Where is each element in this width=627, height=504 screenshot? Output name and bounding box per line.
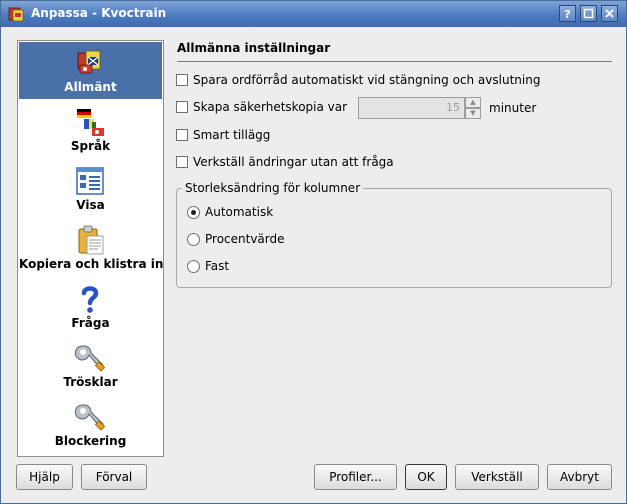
- column-resize-group-title: Storleksändring för kolumner: [182, 181, 364, 195]
- general-flags-icon: [77, 50, 101, 74]
- help-button[interactable]: Hjälp: [16, 464, 73, 490]
- apply-without-asking-label: Verkställ ändringar utan att fråga: [193, 155, 394, 169]
- sidebar-item-query[interactable]: Fråga: [19, 278, 162, 335]
- smart-append-checkbox[interactable]: [176, 129, 188, 141]
- autosave-label: Spara ordförråd automatiskt vid stängnin…: [193, 73, 541, 87]
- backup-interval-value[interactable]: 15: [358, 97, 465, 119]
- autosave-checkbox[interactable]: [176, 74, 188, 86]
- view-list-icon: [76, 167, 104, 195]
- ok-button[interactable]: OK: [405, 464, 447, 490]
- spin-down-button[interactable]: ▼: [465, 108, 481, 119]
- resize-fixed-radio[interactable]: [187, 260, 200, 273]
- wrench-icon: [74, 345, 106, 372]
- sidebar-item-label: Allmänt: [64, 80, 117, 94]
- resize-percent-radio[interactable]: [187, 233, 200, 246]
- resize-percent-label: Procentvärde: [205, 232, 285, 246]
- sidebar-item-general[interactable]: Allmänt: [19, 42, 162, 99]
- category-sidebar: Allmänt Språk Visa Kopiera och klistra i…: [17, 40, 164, 457]
- profiles-button[interactable]: Profiler...: [314, 464, 397, 490]
- cancel-button[interactable]: Avbryt: [547, 464, 612, 490]
- wrench-icon: [74, 404, 106, 431]
- title-bar[interactable]: Anpassa - Kvoctrain ?: [1, 1, 626, 27]
- sidebar-item-thresholds[interactable]: Trösklar: [19, 337, 162, 394]
- help-title-button[interactable]: ?: [559, 5, 576, 22]
- close-icon: [605, 9, 614, 18]
- maximize-icon: [583, 8, 594, 19]
- settings-dialog: Anpassa - Kvoctrain ? Allmänt Språk Visa…: [0, 0, 627, 504]
- language-flags-icon: [77, 109, 104, 136]
- close-button[interactable]: [601, 5, 618, 22]
- clipboard-icon: [78, 225, 104, 255]
- page-title: Allmänna inställningar: [177, 41, 331, 55]
- resize-automatic-radio[interactable]: [187, 206, 200, 219]
- backup-checkbox[interactable]: [176, 101, 188, 113]
- sidebar-item-language[interactable]: Språk: [19, 101, 162, 158]
- sidebar-item-label: Blockering: [54, 434, 127, 448]
- sidebar-item-copy-paste[interactable]: Kopiera och klistra in: [19, 219, 164, 276]
- kvoctrain-app-icon: [8, 7, 24, 22]
- backup-interval-spinbox[interactable]: 15 ▲ ▼: [358, 97, 482, 119]
- sidebar-item-view[interactable]: Visa: [19, 160, 162, 217]
- apply-button[interactable]: Verkställ: [455, 464, 539, 490]
- sidebar-item-label: Språk: [70, 139, 111, 153]
- resize-fixed-label: Fast: [205, 259, 230, 273]
- spin-up-button[interactable]: ▲: [465, 97, 481, 108]
- defaults-button[interactable]: Förval: [81, 464, 147, 490]
- window-title: Anpassa - Kvoctrain: [31, 6, 167, 20]
- sidebar-item-label: Fråga: [71, 316, 110, 330]
- maximize-button[interactable]: [580, 5, 597, 22]
- sidebar-item-label: Trösklar: [63, 375, 118, 389]
- sidebar-item-blocking[interactable]: Blockering: [19, 396, 162, 453]
- sidebar-item-label: Visa: [76, 198, 105, 212]
- sidebar-item-label: Kopiera och klistra in: [19, 257, 164, 271]
- backup-interval-unit: minuter: [489, 101, 537, 115]
- apply-without-asking-checkbox[interactable]: [176, 156, 188, 168]
- resize-automatic-label: Automatisk: [205, 205, 274, 219]
- question-icon: [81, 286, 99, 313]
- smart-append-label: Smart tillägg: [193, 128, 271, 142]
- backup-label: Skapa säkerhetskopia var: [193, 100, 348, 114]
- heading-divider: [177, 61, 612, 62]
